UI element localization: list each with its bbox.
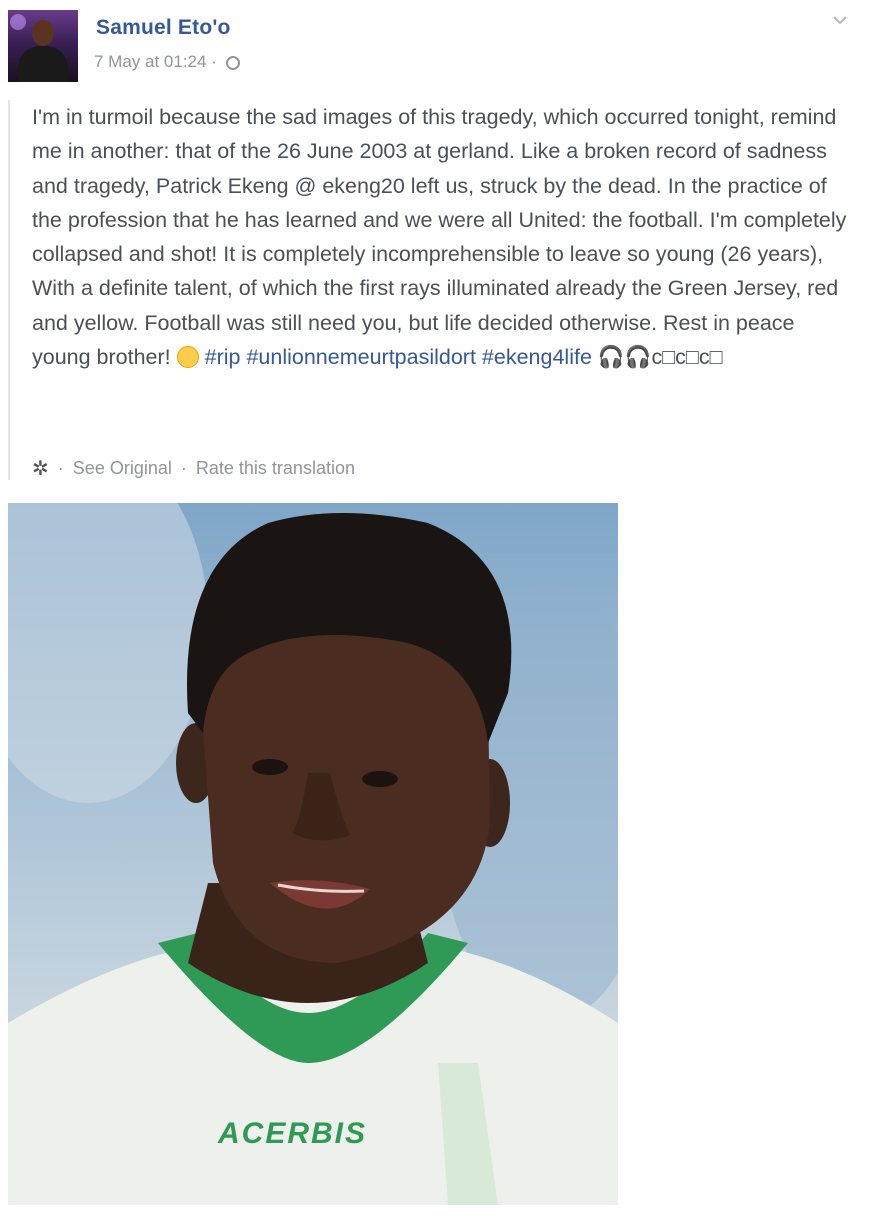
jersey-sponsor-text: ACERBIS (217, 1117, 367, 1150)
globe-icon[interactable] (225, 56, 240, 70)
post-meta: 7 May at 01:24 · (94, 52, 240, 72)
facebook-post: Samuel Eto'o 7 May at 01:24 · I'm in tur… (0, 0, 870, 1218)
gear-icon[interactable]: ✲ (32, 458, 49, 480)
hashtag-rip[interactable]: #rip (205, 345, 241, 369)
avatar-stage-light (10, 14, 26, 30)
translation-divider (8, 100, 10, 480)
see-original-link[interactable]: See Original (73, 458, 172, 478)
translation-actions: ✲ · See Original · Rate this translation (32, 456, 359, 481)
hashtag-unlionnemeurtpasildort[interactable]: #unlionnemeurtpasildort (246, 345, 475, 369)
post-photo[interactable]: ACERBIS (8, 503, 618, 1205)
separator-dot: · (180, 458, 187, 478)
author-name[interactable]: Samuel Eto'o (96, 16, 231, 40)
post-timestamp[interactable]: 7 May at 01:24 (94, 52, 206, 71)
avatar-body (18, 46, 68, 82)
post-body: I'm in turmoil because the sad images of… (32, 100, 847, 374)
hashtag-ekeng4life[interactable]: #ekeng4life (482, 345, 592, 369)
meta-separator: · (211, 52, 217, 71)
rate-translation-link[interactable]: Rate this translation (196, 458, 355, 478)
headphone-emoji-icon: 🎧🎧 (597, 345, 652, 370)
separator-dot: · (57, 458, 64, 478)
pensive-face-emoji-icon (176, 346, 199, 369)
player-portrait-illustration: ACERBIS (8, 503, 618, 1205)
author-avatar[interactable] (8, 10, 78, 82)
avatar-head (32, 20, 54, 46)
trailing-glyphs: c□c□c□ (651, 345, 723, 370)
chevron-down-icon[interactable] (832, 12, 848, 28)
post-body-text: I'm in turmoil because the sad images of… (32, 105, 847, 370)
